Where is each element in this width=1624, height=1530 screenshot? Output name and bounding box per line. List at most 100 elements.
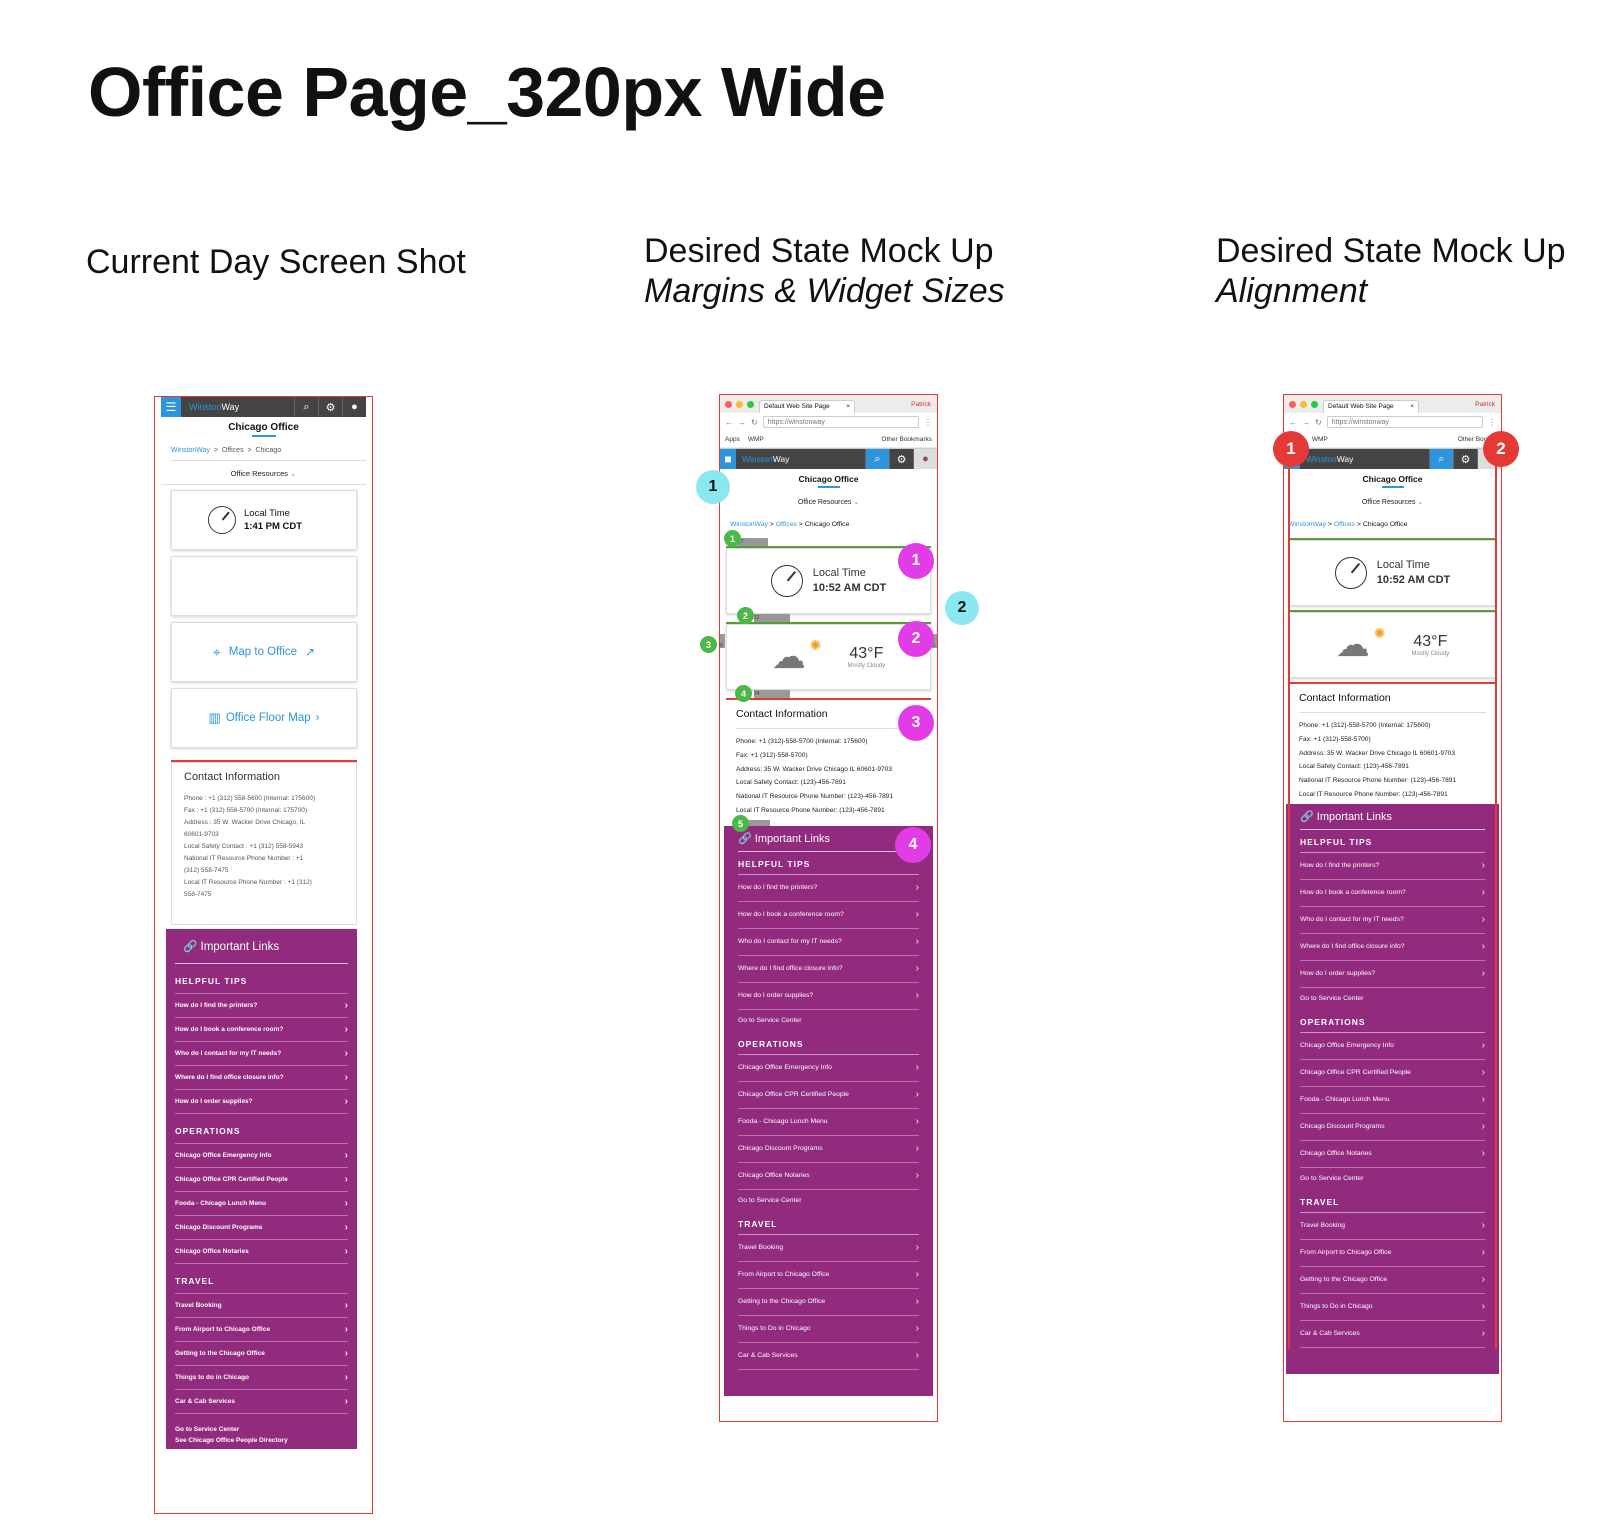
address-bar[interactable]: https://winstonway	[762, 416, 919, 428]
window-dot[interactable]	[747, 400, 754, 408]
link-item[interactable]: Chicago Office Emergency Info ›	[175, 1144, 348, 1168]
link-item[interactable]: Getting to the Chicago Office ›	[1300, 1267, 1485, 1294]
link-item[interactable]: Chicago Office Emergency Info ›	[738, 1055, 919, 1082]
link-item[interactable]: Chicago Office CPR Certified People ›	[738, 1082, 919, 1109]
reload-icon[interactable]: ↻	[1315, 418, 1322, 427]
bookmark-wmp[interactable]: WMP	[748, 436, 764, 443]
link-item[interactable]: Travel Booking ›	[1300, 1213, 1485, 1240]
link-item[interactable]: Chicago Office CPR Certified People ›	[175, 1168, 348, 1192]
link-item[interactable]: Chicago Office Notaries ›	[1300, 1141, 1485, 1168]
service-center-link[interactable]: Go to Service Center	[1300, 988, 1485, 1010]
link-item[interactable]: Fooda - Chicago Lunch Menu ›	[1300, 1087, 1485, 1114]
address-bar[interactable]: https://winstonway	[1326, 416, 1483, 428]
link-item[interactable]: Travel Booking ›	[175, 1294, 348, 1318]
link-item[interactable]: Who do I contact for my IT needs? ›	[175, 1042, 348, 1066]
crumb-offices[interactable]: Offices	[1334, 521, 1355, 528]
link-item[interactable]: Car & Cab Services ›	[1300, 1321, 1485, 1348]
footer-link[interactable]: See Chicago Office People Directory	[175, 1435, 348, 1446]
brand-logo[interactable]: WinstonWay	[736, 454, 789, 464]
link-item[interactable]: Where do I find office closure info? ›	[175, 1066, 348, 1090]
link-item[interactable]: Getting to the Chicago Office ›	[175, 1342, 348, 1366]
link-item[interactable]: From Airport to Chicago Office ›	[738, 1262, 919, 1289]
gear-icon[interactable]: ⚙	[889, 449, 913, 469]
link-item[interactable]: Getting to the Chicago Office ›	[738, 1289, 919, 1316]
link-item[interactable]: Chicago Discount Programs ›	[738, 1136, 919, 1163]
brand-logo[interactable]: WinstonWay	[181, 402, 239, 412]
search-icon[interactable]: ⌕	[865, 449, 889, 469]
forward-icon[interactable]: →	[1302, 418, 1310, 427]
link-item[interactable]: How do I find the printers? ›	[175, 994, 348, 1018]
link-item[interactable]: From Airport to Chicago Office ›	[1300, 1240, 1485, 1267]
crumb-home[interactable]: WinstonWay	[730, 521, 768, 528]
service-center-link[interactable]: Go to Service Center	[738, 1010, 919, 1032]
crumb-offices[interactable]: Offices	[222, 447, 244, 454]
link-item[interactable]: Travel Booking ›	[738, 1235, 919, 1262]
link-item[interactable]: From Airport to Chicago Office ›	[175, 1318, 348, 1342]
service-center-link[interactable]: Go to Service Center	[1300, 1168, 1485, 1190]
profile-name[interactable]: Patrick	[911, 401, 931, 408]
link-item[interactable]: Car & Cab Services ›	[175, 1390, 348, 1414]
window-dot[interactable]	[736, 400, 743, 408]
reload-icon[interactable]: ↻	[751, 418, 758, 427]
link-item[interactable]: Chicago Discount Programs ›	[1300, 1114, 1485, 1141]
link-item[interactable]: Fooda - Chicago Lunch Menu ›	[738, 1109, 919, 1136]
search-icon[interactable]: ⌕	[1429, 449, 1453, 469]
link-item[interactable]: Where do I find office closure info? ›	[738, 956, 919, 983]
window-dot[interactable]	[1311, 400, 1318, 408]
office-resources-dropdown[interactable]: Office Resources ⌄	[161, 461, 366, 485]
back-icon[interactable]: ←	[725, 418, 733, 427]
link-item[interactable]: How do I order supplies? ›	[1300, 961, 1485, 988]
close-icon[interactable]: ×	[1410, 403, 1414, 411]
link-item[interactable]: Chicago Office Notaries ›	[738, 1163, 919, 1190]
link-item[interactable]: Things to Do in Chicago ›	[1300, 1294, 1485, 1321]
footer-link[interactable]: Go to Service Center	[175, 1424, 348, 1435]
forward-icon[interactable]: →	[738, 418, 746, 427]
brand-logo[interactable]: WinstonWay	[1300, 454, 1353, 464]
profile-name[interactable]: Patrick	[1475, 401, 1495, 408]
link-item[interactable]: Car & Cab Services ›	[738, 1343, 919, 1370]
window-dot[interactable]	[1300, 400, 1307, 408]
link-item[interactable]: Where do I find office closure info? ›	[1300, 934, 1485, 961]
crumb-offices[interactable]: Offices	[776, 521, 797, 528]
link-item[interactable]: How do I book a conference room? ›	[738, 902, 919, 929]
link-item[interactable]: How do I order supplies? ›	[738, 983, 919, 1010]
back-icon[interactable]: ←	[1289, 418, 1297, 427]
avatar-icon[interactable]: ●	[342, 397, 366, 417]
office-floor-map-button[interactable]: ▥ Office Floor Map ›	[171, 688, 357, 748]
crumb-home[interactable]: WinstonWay	[171, 447, 210, 454]
gear-icon[interactable]: ⚙	[1453, 449, 1477, 469]
link-item[interactable]: Things to do in Chicago ›	[175, 1366, 348, 1390]
link-item[interactable]: Who do I contact for my IT needs? ›	[738, 929, 919, 956]
window-dot[interactable]	[725, 400, 732, 408]
gear-icon[interactable]: ⚙	[318, 397, 342, 417]
office-resources-dropdown[interactable]: Office Resources ⌄	[1284, 498, 1501, 506]
link-item[interactable]: Chicago Office Notaries ›	[175, 1240, 348, 1264]
bookmark-wmp[interactable]: WMP	[1312, 436, 1328, 443]
link-item[interactable]: How do I find the printers? ›	[1300, 853, 1485, 880]
link-item[interactable]: How do I order supplies? ›	[175, 1090, 348, 1114]
service-center-link[interactable]: Go to Service Center	[738, 1190, 919, 1212]
link-item[interactable]: Things to Do in Chicago ›	[738, 1316, 919, 1343]
menu-icon[interactable]: ☰	[161, 397, 181, 417]
link-item[interactable]: How do I book a conference room? ›	[1300, 880, 1485, 907]
browser-tab[interactable]: Default Web Site Page ×	[1323, 400, 1419, 413]
crumb-home[interactable]: WinstonWay	[1288, 521, 1326, 528]
close-icon[interactable]: ×	[846, 403, 850, 411]
link-item[interactable]: Fooda - Chicago Lunch Menu ›	[175, 1192, 348, 1216]
menu-icon[interactable]: ■	[720, 449, 736, 469]
link-item[interactable]: Chicago Office CPR Certified People ›	[1300, 1060, 1485, 1087]
bookmark-apps[interactable]: Apps	[725, 436, 740, 443]
window-dot[interactable]	[1289, 400, 1296, 408]
menu-kebab-icon[interactable]: ⋮	[1488, 418, 1496, 427]
browser-tab[interactable]: Default Web Site Page ×	[759, 400, 855, 413]
avatar[interactable]: ●	[913, 449, 937, 469]
link-item[interactable]: How do I book a conference room? ›	[175, 1018, 348, 1042]
menu-kebab-icon[interactable]: ⋮	[924, 418, 932, 427]
bookmark-other[interactable]: Other Bookmarks	[881, 436, 932, 443]
office-resources-dropdown[interactable]: Office Resources ⌄	[720, 498, 937, 506]
search-icon[interactable]: ⌕	[294, 397, 318, 417]
link-item[interactable]: How do I find the printers? ›	[738, 875, 919, 902]
link-item[interactable]: Who do I contact for my IT needs? ›	[1300, 907, 1485, 934]
map-to-office-button[interactable]: ⌖ Map to Office ↗	[171, 622, 357, 682]
link-item[interactable]: Chicago Office Emergency Info ›	[1300, 1033, 1485, 1060]
